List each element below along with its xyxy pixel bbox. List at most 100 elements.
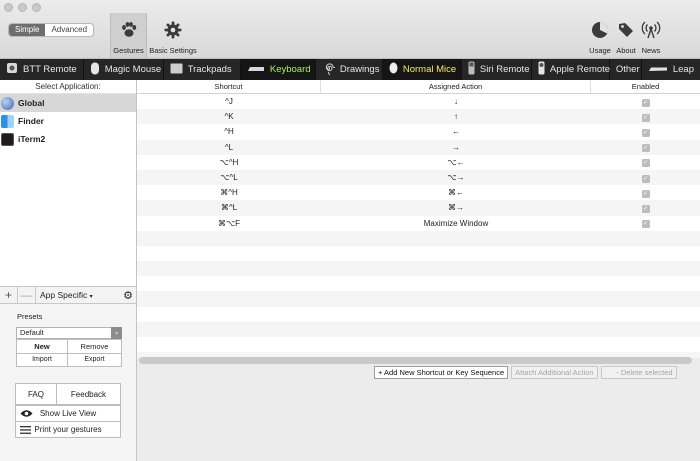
action-cell: ⌘→: [448, 203, 464, 213]
add-shortcut-button[interactable]: + Add New Shortcut or Key Sequence: [374, 366, 509, 379]
category-btt-remote[interactable]: BTT Remote: [0, 59, 84, 80]
column-header-enabled[interactable]: Enabled: [591, 80, 700, 93]
new-preset-button[interactable]: New: [16, 339, 68, 354]
remove-preset-button[interactable]: Remove: [67, 339, 122, 354]
preset-select[interactable]: Default ⌄: [16, 327, 122, 339]
enabled-cell: ✓: [591, 157, 700, 168]
preset-value: Default: [20, 328, 44, 337]
print-gestures-button[interactable]: Print your gestures: [15, 421, 121, 438]
eye-icon: [20, 409, 33, 420]
category-label: Keyboard: [269, 64, 311, 75]
gestures-toolbar-button[interactable]: Gestures: [110, 13, 147, 58]
category-normal-mice[interactable]: Normal Mice: [382, 59, 462, 80]
action-buttons: + Add New Shortcut or Key Sequence Attac…: [374, 366, 680, 379]
feedback-button[interactable]: Feedback: [56, 383, 121, 405]
enabled-checkbox[interactable]: ✓: [641, 189, 650, 198]
simple-mode-button[interactable]: Simple: [9, 24, 46, 36]
category-leap[interactable]: Leap: [642, 59, 700, 80]
category-magic-mouse[interactable]: Magic Mouse: [84, 59, 164, 80]
empty-row: [137, 321, 700, 337]
presets-label: Presets: [17, 312, 43, 321]
enabled-checkbox[interactable]: ✓: [641, 159, 650, 168]
app-filter-value: App Specific: [40, 290, 88, 300]
shortcut-cell: ^K: [224, 112, 234, 122]
close-window-button[interactable]: [4, 3, 13, 12]
apple-remote-icon: [538, 61, 545, 78]
empty-row: [137, 291, 700, 307]
app-item-global[interactable]: Global: [0, 94, 136, 112]
app-name: iTerm2: [18, 134, 46, 144]
enabled-cell: ✓: [591, 97, 700, 107]
faq-button[interactable]: FAQ: [15, 383, 57, 405]
broadcast-icon: [641, 13, 661, 46]
table-row[interactable]: ^J ↓ ✓: [137, 94, 700, 109]
basic-settings-label: Basic Settings: [149, 46, 197, 55]
table-row[interactable]: ⌥^H ⌥← ✓: [137, 155, 700, 170]
action-cell: Maximize Window: [423, 218, 489, 228]
category-apple-remote[interactable]: Apple Remote: [532, 59, 610, 80]
enabled-checkbox[interactable]: ✓: [641, 128, 650, 137]
minimize-window-button[interactable]: [18, 3, 27, 12]
enabled-checkbox[interactable]: ✓: [641, 204, 650, 213]
zoom-window-button[interactable]: [32, 3, 41, 12]
column-header-action[interactable]: Assigned Action: [321, 80, 591, 93]
enabled-cell: ✓: [591, 127, 700, 137]
enabled-checkbox[interactable]: ✓: [641, 174, 650, 183]
table-row[interactable]: ^H ← ✓: [137, 124, 700, 139]
table-row[interactable]: ^L → ✓: [137, 139, 700, 155]
category-label: Other: [615, 64, 640, 75]
category-drawings[interactable]: Drawings: [316, 59, 383, 80]
enabled-checkbox[interactable]: ✓: [641, 113, 650, 122]
attach-action-button[interactable]: Attach Additional Action: [511, 366, 598, 379]
export-button[interactable]: Export: [67, 353, 122, 367]
delete-selected-button[interactable]: - Delete selected: [600, 366, 677, 379]
usage-toolbar-button[interactable]: Usage: [588, 13, 612, 58]
drawing-icon: [322, 62, 339, 78]
table-row[interactable]: ⌘^H ⌘← ✓: [137, 185, 700, 200]
table-row[interactable]: ⌥^L ⌥→ ✓: [137, 169, 700, 186]
app-item-iterm2[interactable]: iTerm2: [0, 130, 136, 148]
horizontal-scrollbar[interactable]: [139, 357, 692, 364]
category-siri-remote[interactable]: Siri Remote: [462, 59, 532, 80]
about-toolbar-button[interactable]: About: [614, 13, 638, 58]
category-label: Magic Mouse: [104, 64, 162, 75]
category-label: BTT Remote: [23, 64, 77, 75]
mouse-icon: [389, 62, 398, 77]
advanced-mode-button[interactable]: Advanced: [45, 24, 93, 36]
news-toolbar-button[interactable]: News: [639, 13, 663, 58]
usage-label: Usage: [589, 46, 611, 55]
feedback-label: Feedback: [70, 389, 107, 399]
table-row[interactable]: ⌘⌥F Maximize Window ✓: [137, 216, 700, 231]
table-row[interactable]: ⌘^L ⌘→ ✓: [137, 200, 700, 216]
enabled-checkbox[interactable]: ✓: [641, 144, 650, 153]
action-cell: ←: [452, 127, 460, 137]
category-keyboard[interactable]: Keyboard: [240, 59, 316, 80]
category-label: Apple Remote: [549, 64, 611, 75]
leap-icon: [648, 64, 668, 75]
app-item-finder[interactable]: Finder: [0, 112, 136, 130]
enabled-checkbox[interactable]: ✓: [641, 98, 650, 107]
column-header-shortcut[interactable]: Shortcut: [137, 80, 321, 93]
chevron-down-icon: ▾: [89, 294, 93, 300]
enabled-cell: ✓: [591, 218, 700, 229]
globe-icon: [1, 96, 14, 110]
empty-row: [137, 246, 700, 261]
remove-app-button[interactable]: —: [18, 286, 36, 304]
basic-settings-toolbar-button[interactable]: Basic Settings: [147, 13, 199, 58]
enabled-checkbox[interactable]: ✓: [641, 220, 650, 229]
category-trackpads[interactable]: Trackpads: [164, 59, 241, 80]
import-button[interactable]: Import: [16, 353, 68, 367]
keyboard-icon: [247, 64, 265, 75]
gear-icon[interactable]: ⚙: [123, 289, 133, 302]
action-cell: ⌘←: [448, 188, 464, 198]
paw-icon: [119, 13, 139, 46]
show-live-view-button[interactable]: Show Live View: [15, 405, 121, 422]
select-application-header: Select Application:: [0, 80, 136, 94]
category-other[interactable]: Other: [610, 59, 642, 80]
add-app-button[interactable]: +: [0, 286, 18, 304]
gestures-label: Gestures: [113, 46, 144, 55]
category-label: Normal Mice: [402, 64, 457, 75]
empty-row: [137, 307, 700, 322]
table-row[interactable]: ^K ↑ ✓: [137, 109, 700, 125]
app-filter-dropdown[interactable]: App Specific ▾: [40, 290, 93, 300]
